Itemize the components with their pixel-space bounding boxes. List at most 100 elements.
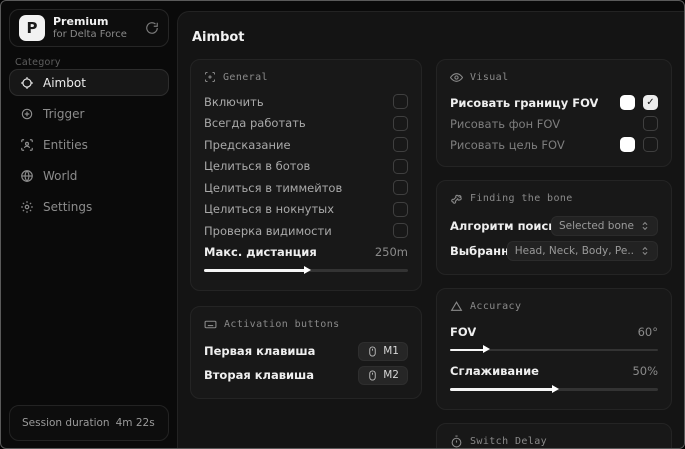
session-duration: Session duration 4m 22s bbox=[9, 405, 169, 441]
switch-delay-card-title: Switch Delay bbox=[470, 436, 548, 447]
sidebar-item-label: World bbox=[43, 168, 78, 183]
bone-label: Выбранные кос bbox=[450, 243, 507, 258]
gear-icon bbox=[20, 200, 34, 214]
bone-row: Выбранные кос Head, Neck, Body, Pe.. bbox=[450, 238, 658, 263]
checkbox[interactable] bbox=[393, 158, 408, 174]
slider-label: Сглаживание bbox=[450, 364, 539, 379]
slider-label: FOV bbox=[450, 324, 477, 339]
visual-row: Рисовать цель FOV bbox=[450, 134, 658, 155]
keybind-row: Вторая клавиша M2 bbox=[204, 363, 408, 387]
visual-card: Visual Рисовать границу FOV Рисовать фон… bbox=[436, 59, 672, 167]
keybind-button-m2[interactable]: M2 bbox=[358, 365, 408, 385]
sidebar-item-entities[interactable]: Entities bbox=[9, 131, 169, 158]
color-swatch[interactable] bbox=[620, 95, 635, 110]
sidebar-item-aimbot[interactable]: Aimbot bbox=[9, 69, 169, 96]
checkbox[interactable] bbox=[393, 201, 408, 217]
bone-card: Finding the bone Алгоритм поиска кост Se… bbox=[436, 180, 672, 275]
slider-header-row: Макс. дистанция 250m bbox=[204, 242, 408, 264]
slider-value: 60° bbox=[637, 324, 658, 339]
toggle-row: Проверка видимости bbox=[204, 220, 408, 242]
entities-icon bbox=[20, 138, 34, 152]
toggle-row: Целиться в тиммейтов bbox=[204, 177, 408, 199]
sidebar-item-trigger[interactable]: Trigger bbox=[9, 100, 169, 127]
session-value: 4m 22s bbox=[115, 417, 155, 429]
crosshair-icon bbox=[20, 76, 34, 90]
session-label: Session duration bbox=[22, 417, 110, 429]
keybind-label: Первая клавиша bbox=[204, 344, 316, 358]
scan-icon bbox=[204, 71, 216, 83]
slider-thumb[interactable] bbox=[552, 384, 559, 393]
sidebar-item-label: Trigger bbox=[43, 106, 85, 121]
bone-icon bbox=[450, 192, 463, 205]
keybind-button-m1[interactable]: M1 bbox=[358, 341, 408, 361]
activation-card: Activation buttons Первая клавиша M1 Вто… bbox=[190, 306, 422, 399]
accuracy-card: Accuracy FOV 60° Сглаживание 50% bbox=[436, 288, 672, 410]
visual-label: Рисовать фон FOV bbox=[450, 116, 561, 131]
visual-card-title: Visual bbox=[470, 72, 509, 83]
activation-card-title: Activation buttons bbox=[224, 319, 340, 330]
toggle-row: Целиться в нокнутых bbox=[204, 199, 408, 221]
selected-bones-select[interactable]: Head, Neck, Body, Pe.. bbox=[506, 240, 658, 261]
sidebar: P Premium for Delta Force Category Aimbo… bbox=[1, 1, 177, 448]
general-card: General Включить Всегда работать Предска… bbox=[190, 59, 422, 291]
keyboard-icon bbox=[204, 318, 217, 331]
select-value: Head, Neck, Body, Pe.. bbox=[514, 244, 634, 257]
fov-slider[interactable] bbox=[450, 345, 658, 355]
plan-name: Premium bbox=[53, 14, 109, 28]
checkbox[interactable] bbox=[643, 95, 658, 110]
smoothing-slider[interactable] bbox=[450, 384, 658, 394]
color-swatch[interactable] bbox=[620, 137, 635, 152]
eye-icon bbox=[450, 71, 463, 84]
sidebar-item-settings[interactable]: Settings bbox=[9, 193, 169, 220]
visual-row: Рисовать фон FOV bbox=[450, 113, 658, 134]
sidebar-item-label: Entities bbox=[43, 137, 88, 152]
switch-delay-card: Switch Delay Задержка переключения Задер… bbox=[436, 423, 672, 448]
toggle-label: Целиться в ботов bbox=[204, 159, 311, 174]
unfold-icon bbox=[640, 246, 650, 256]
sidebar-item-world[interactable]: World bbox=[9, 162, 169, 189]
toggle-row: Включить bbox=[204, 91, 408, 113]
checkbox[interactable] bbox=[393, 115, 408, 131]
product-name: for Delta Force bbox=[53, 28, 127, 40]
slider-value: 250m bbox=[374, 245, 408, 260]
slider-value: 50% bbox=[632, 364, 658, 379]
brand-logo: P bbox=[19, 15, 45, 41]
toggle-label: Всегда работать bbox=[204, 116, 306, 131]
checkbox[interactable] bbox=[393, 223, 408, 239]
checkbox[interactable] bbox=[643, 116, 658, 131]
bone-algorithm-select[interactable]: Selected bone bbox=[550, 215, 658, 236]
bone-label: Алгоритм поиска кост bbox=[450, 218, 551, 233]
slider-thumb[interactable] bbox=[304, 265, 311, 274]
stopwatch-icon bbox=[450, 435, 463, 448]
max-distance-slider[interactable] bbox=[204, 265, 408, 275]
delta-icon bbox=[450, 300, 463, 313]
keybind-key: M2 bbox=[383, 369, 399, 381]
keybind-label: Вторая клавиша bbox=[204, 368, 315, 382]
checkbox[interactable] bbox=[393, 180, 408, 196]
accuracy-card-title: Accuracy bbox=[470, 301, 522, 312]
select-value: Selected bone bbox=[558, 219, 634, 232]
slider-thumb[interactable] bbox=[483, 345, 491, 353]
toggle-label: Целиться в нокнутых bbox=[204, 202, 335, 217]
checkbox[interactable] bbox=[393, 137, 408, 153]
toggle-row: Всегда работать bbox=[204, 113, 408, 135]
bone-row: Алгоритм поиска кост Selected bone bbox=[450, 213, 658, 238]
checkbox[interactable] bbox=[393, 94, 408, 110]
main-panel: Aimbot General Включить Всегда работать … bbox=[177, 11, 684, 448]
mouse-icon bbox=[367, 345, 378, 357]
globe-icon bbox=[20, 169, 34, 183]
slider-header-row: FOV 60° bbox=[450, 321, 658, 343]
checkbox[interactable] bbox=[643, 137, 658, 152]
bone-card-title: Finding the bone bbox=[470, 193, 573, 204]
toggle-label: Предсказание bbox=[204, 137, 291, 152]
unfold-icon bbox=[640, 221, 650, 231]
refresh-icon[interactable] bbox=[145, 21, 159, 35]
toggle-label: Проверка видимости bbox=[204, 223, 332, 238]
category-label: Category bbox=[15, 57, 61, 68]
toggle-label: Включить bbox=[204, 94, 264, 109]
mouse-icon bbox=[367, 369, 378, 381]
app-window: P Premium for Delta Force Category Aimbo… bbox=[0, 0, 685, 449]
visual-label: Рисовать цель FOV bbox=[450, 137, 565, 152]
keybind-key: M1 bbox=[383, 345, 399, 357]
toggle-label: Целиться в тиммейтов bbox=[204, 180, 343, 195]
